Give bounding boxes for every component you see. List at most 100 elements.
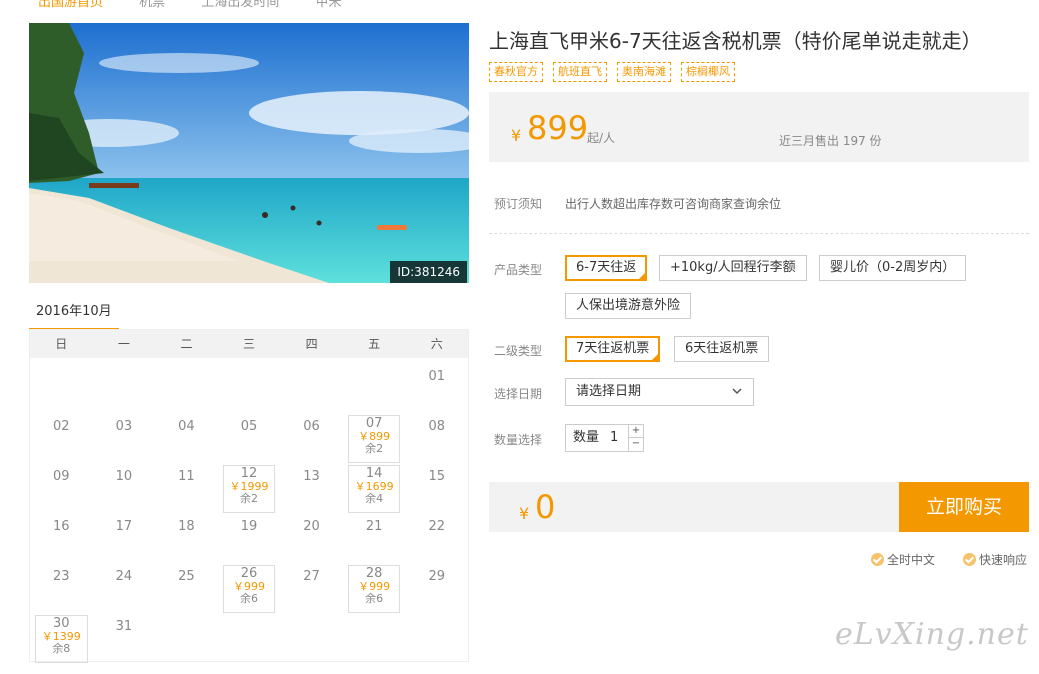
total-currency: ¥ — [519, 504, 530, 523]
product-photo: ID:381246 — [29, 23, 469, 283]
calendar-empty-cell — [218, 362, 281, 412]
product-type-option[interactable]: +10kg/人回程行李额 — [659, 255, 807, 281]
calendar-empty-cell — [155, 362, 218, 412]
calendar-day: 31 — [93, 612, 156, 662]
total-price-panel: ¥ 0 — [489, 482, 899, 532]
calendar-month-tab[interactable]: 2016年10月 — [29, 301, 119, 331]
quantity-stepper[interactable]: 数量 1 + − — [565, 424, 644, 452]
weekday-label: 六 — [430, 337, 443, 351]
calendar-day-number: 06 — [303, 419, 320, 434]
date-select-value: 请选择日期 — [576, 384, 642, 399]
calendar-day-number — [280, 362, 343, 370]
sold-count: 近三月售出 197 份 — [779, 134, 882, 148]
calendar-day-number: 01 — [428, 369, 445, 384]
calendar-day-number: 13 — [303, 469, 320, 484]
breadcrumb-destination: 甲米 — [315, 0, 342, 10]
breadcrumb: 出国游首页 机票 上海出发时间 甲米 — [0, 0, 373, 10]
product-type-option-selected[interactable]: 6-7天往返 — [565, 255, 648, 281]
breadcrumb-home-link[interactable]: 出国游首页 — [38, 0, 103, 10]
weekday-label: 五 — [368, 337, 381, 351]
calendar-day: 23 — [30, 562, 93, 612]
calendar-day-number: 29 — [428, 569, 445, 584]
calendar-day: 16 — [30, 512, 93, 562]
calendar-day: 11 — [155, 462, 218, 512]
quantity-value[interactable]: 1 — [610, 425, 618, 451]
calendar-day: 21 — [343, 512, 406, 562]
calendar-day: 17 — [93, 512, 156, 562]
calendar-day: 03 — [93, 412, 156, 462]
calendar-day-number: 15 — [428, 469, 445, 484]
calendar-day-number: 17 — [115, 519, 133, 534]
calendar-day: 19 — [218, 512, 281, 562]
service-badge-label: 全时中文 — [887, 553, 936, 567]
calendar-day-box — [347, 465, 401, 513]
sub-type-label: 二级类型 — [494, 344, 543, 358]
date-select[interactable]: 请选择日期 — [565, 378, 754, 406]
weekday-label: 一 — [117, 337, 130, 351]
section-divider — [489, 233, 1029, 234]
product-type-option[interactable]: 婴儿价（0-2周岁内） — [819, 255, 967, 281]
sub-type-option[interactable]: 6天往返机票 — [674, 336, 770, 362]
calendar-day-number: 08 — [428, 419, 445, 434]
calendar-day-number: 02 — [53, 419, 70, 434]
calendar-day-box — [35, 615, 88, 663]
buy-now-button[interactable]: 立即购买 — [899, 482, 1029, 532]
quantity-stepper-buttons: + − — [628, 425, 643, 451]
calendar-day: 18 — [155, 512, 218, 562]
quantity-label: 数量选择 — [494, 433, 543, 447]
calendar-day-number: 04 — [178, 419, 195, 434]
calendar-day-number: 16 — [53, 519, 70, 534]
service-badge: 快速响应 — [963, 551, 1027, 568]
calendar-day-number: 09 — [53, 469, 70, 484]
calendar-day-available[interactable]: 26 ￥999 余6 — [218, 562, 281, 613]
calendar-day-number: 21 — [365, 519, 383, 534]
calendar-day-number: 20 — [303, 519, 320, 534]
calendar-day-box — [222, 565, 276, 613]
calendar-day-number — [30, 362, 93, 370]
calendar-day: 05 — [218, 412, 281, 462]
date-calendar: 日 一 二 三 四 五 六 01 02 03 04 05 06 07 ￥899 余2 08 09 10… — [29, 330, 469, 663]
calendar-empty-cell — [93, 362, 156, 412]
calendar-day-available[interactable]: 28 ￥999 余6 — [343, 562, 406, 613]
breadcrumb-flights-link[interactable]: 机票 — [139, 0, 165, 10]
total-price: 0 — [535, 488, 556, 526]
calendar-empty-cell — [343, 362, 406, 412]
calendar-day: 15 — [405, 462, 468, 512]
calendar-day-box — [222, 465, 276, 513]
quantity-decrease-button[interactable]: − — [629, 438, 643, 451]
calendar-day-number: 22 — [428, 519, 445, 534]
calendar-day: 20 — [280, 512, 343, 562]
calendar-day-number — [93, 362, 156, 370]
calendar-day-box — [347, 415, 401, 463]
calendar-day: 06 — [280, 412, 343, 462]
calendar-day: 04 — [155, 412, 218, 462]
calendar-day-number: 25 — [178, 569, 195, 584]
calendar-day-number: 11 — [178, 469, 195, 484]
calendar-day-number: 24 — [115, 569, 133, 584]
calendar-day-number: 23 — [53, 569, 70, 584]
calendar-day-available[interactable]: 30 ￥1399 余8 — [30, 612, 93, 663]
product-tag: 奥南海滩 — [617, 62, 671, 82]
calendar-day-number: 05 — [240, 419, 258, 434]
quantity-text: 数量 — [573, 430, 600, 445]
calendar-day: 08 — [405, 412, 468, 462]
calendar-weekday-header: 日 一 二 三 四 五 六 — [30, 330, 468, 358]
calendar-day-available[interactable]: 12 ￥1999 余2 — [218, 462, 281, 513]
price-amount: 899 — [527, 109, 589, 147]
breadcrumb-departure-link[interactable]: 上海出发时间 — [201, 0, 279, 10]
calendar-day-available[interactable]: 14 ￥1699 余4 — [343, 462, 406, 513]
beach-image — [29, 23, 469, 283]
calendar-day-number: 18 — [178, 519, 195, 534]
sub-type-option-selected[interactable]: 7天往返机票 — [565, 336, 661, 362]
price-currency: ¥ — [511, 126, 522, 145]
image-id-badge: ID:381246 — [390, 261, 467, 283]
check-circle-icon — [871, 553, 884, 566]
product-type-option[interactable]: 人保出境游意外险 — [565, 293, 692, 319]
calendar-day-number: 10 — [115, 469, 133, 484]
calendar-day-number: 27 — [303, 569, 320, 584]
calendar-day-number: 03 — [115, 419, 133, 434]
quantity-increase-button[interactable]: + — [629, 425, 643, 438]
booking-notice-text: 出行人数超出库存数可咨询商家查询余位 — [565, 197, 782, 211]
calendar-day-available[interactable]: 07 ￥899 余2 — [343, 412, 406, 463]
weekday-label: 四 — [305, 337, 318, 351]
